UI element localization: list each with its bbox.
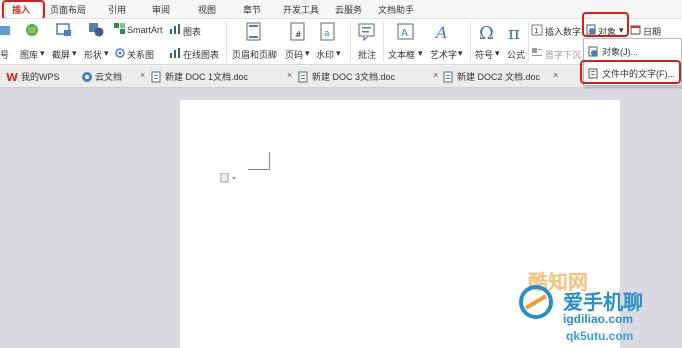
symbol-icon[interactable]: Ω (478, 21, 496, 43)
watermark-text-2: 爱手机聊 (563, 292, 643, 314)
margin-corner-mark (248, 169, 270, 170)
doc-icon (443, 71, 453, 83)
svg-text:A: A (401, 28, 408, 39)
chart-icon[interactable] (169, 23, 181, 35)
screenshot-arrow-icon[interactable]: ▾ (72, 48, 77, 59)
wordart-arrow-icon[interactable]: ▾ (458, 48, 463, 59)
svg-text:a: a (324, 29, 330, 39)
svg-text:#: # (295, 30, 302, 39)
highlight-object-button (582, 12, 629, 37)
menu-review[interactable]: 审阅 (152, 3, 170, 16)
partial-icon[interactable] (0, 23, 14, 37)
menu-view[interactable]: 视图 (198, 3, 216, 16)
menu-cloud[interactable]: 云服务 (335, 3, 362, 16)
margin-corner-mark (269, 152, 270, 170)
picture-lib-icon[interactable] (24, 23, 40, 37)
shapes-label[interactable]: 形状 (84, 48, 102, 61)
close-icon[interactable]: × (140, 70, 145, 80)
textbox-label[interactable]: 文本框 (388, 48, 415, 61)
page-number-label[interactable]: 页码 (285, 48, 303, 61)
watermark-text-3: igdiliao.com (563, 312, 634, 326)
svg-text:π: π (508, 23, 520, 43)
menu-item-object[interactable]: 对象(J)... (584, 42, 682, 60)
cloud-doc-icon (82, 72, 92, 82)
picture-lib-arrow-icon[interactable]: ▾ (40, 48, 45, 59)
online-chart-label[interactable]: 在线图表 (183, 48, 219, 61)
tab-cloud-doc[interactable]: 云文档 (95, 70, 122, 83)
menu-page-layout[interactable]: 页面布局 (50, 3, 86, 16)
menu-references[interactable]: 引用 (108, 3, 126, 16)
watermark-logo (519, 285, 553, 319)
tab-doc2[interactable]: 新建 DOC2 文档.doc (457, 70, 540, 83)
tab-doc1[interactable]: 新建 DOC 1文档.doc (165, 70, 248, 83)
close-icon[interactable]: × (287, 70, 292, 80)
doc-icon (298, 71, 308, 83)
relation-chart-icon[interactable] (114, 47, 126, 59)
symbol-arrow-icon[interactable]: ▾ (495, 48, 500, 59)
formula-label[interactable]: 公式 (507, 48, 525, 61)
page-number-arrow-icon[interactable]: ▾ (305, 48, 310, 59)
symbol-label[interactable]: 符号 (475, 48, 493, 61)
separator (350, 22, 351, 62)
watermark-text-4: qk5utu.com (566, 329, 634, 343)
highlight-text-from-file (580, 60, 681, 84)
screenshot-label[interactable]: 截屏 (52, 48, 70, 61)
first-char-sink-icon[interactable] (531, 47, 543, 59)
picture-lib-label[interactable]: 图库 (20, 48, 38, 61)
header-footer-icon[interactable] (245, 22, 263, 42)
wordart-label[interactable]: 艺术字 (430, 48, 457, 61)
textbox-icon[interactable]: A (396, 22, 416, 42)
comment-icon[interactable] (358, 22, 376, 42)
separator (383, 22, 384, 62)
close-icon[interactable]: × (553, 70, 558, 80)
paste-options-icon[interactable] (220, 173, 238, 183)
page-number-icon[interactable]: # (290, 22, 306, 42)
relation-chart-label[interactable]: 关系图 (127, 48, 154, 61)
menu-developer[interactable]: 开发工具 (283, 3, 319, 16)
watermark-label[interactable]: 水印 (316, 48, 334, 61)
close-icon[interactable]: × (433, 70, 438, 80)
menu-doc-assistant[interactable]: 文档助手 (378, 3, 414, 16)
separator (226, 22, 227, 62)
menu-bar: 插入 页面布局 引用 审阅 视图 章节 开发工具 云服务 文档助手 (0, 0, 682, 20)
svg-text:Ω: Ω (479, 23, 494, 43)
watermark-arrow-icon[interactable]: ▾ (336, 48, 341, 59)
partial-label[interactable]: 号 (0, 48, 9, 61)
formula-icon[interactable]: π (507, 21, 525, 43)
date-label[interactable]: 日期 (643, 25, 661, 38)
object-icon (588, 46, 598, 57)
screenshot-icon[interactable] (56, 23, 72, 37)
separator (470, 22, 471, 62)
highlight-insert-tab (2, 0, 45, 20)
wordart-icon[interactable]: A (434, 22, 454, 42)
comment-label[interactable]: 批注 (358, 48, 376, 61)
date-icon[interactable] (630, 24, 641, 35)
insert-number-icon[interactable]: 1 (531, 24, 543, 36)
svg-text:A: A (434, 23, 448, 42)
insert-number-label[interactable]: 插入数字 (545, 25, 581, 38)
menu-chapter[interactable]: 章节 (243, 3, 261, 16)
online-chart-icon[interactable] (169, 47, 181, 59)
first-char-sink-label[interactable]: 首字下沉 (545, 48, 581, 61)
svg-text:W: W (6, 71, 18, 83)
shapes-arrow-icon[interactable]: ▾ (104, 48, 109, 59)
wps-logo-icon: W (6, 71, 18, 83)
ribbon: SmartArt 图表 号 图库 ▾ 截屏 ▾ 形状 ▾ 关系图 在线图表 页眉… (0, 18, 682, 65)
menu-item-object-label: 对象(J)... (602, 47, 638, 57)
tab-my-wps[interactable]: 我的WPS (21, 70, 60, 83)
smartart-label[interactable]: SmartArt (127, 25, 163, 35)
separator (528, 22, 529, 62)
shapes-icon[interactable] (88, 22, 104, 37)
chart-label[interactable]: 图表 (183, 25, 201, 38)
tab-doc3[interactable]: 新建 DOC 3文档.doc (312, 70, 395, 83)
textbox-arrow-icon[interactable]: ▾ (418, 48, 423, 59)
smartart-icon[interactable] (114, 23, 126, 35)
header-footer-label[interactable]: 页眉和页脚 (232, 48, 277, 61)
watermark-icon[interactable]: a (320, 22, 336, 42)
svg-text:1: 1 (534, 27, 538, 35)
doc-icon (151, 71, 161, 83)
